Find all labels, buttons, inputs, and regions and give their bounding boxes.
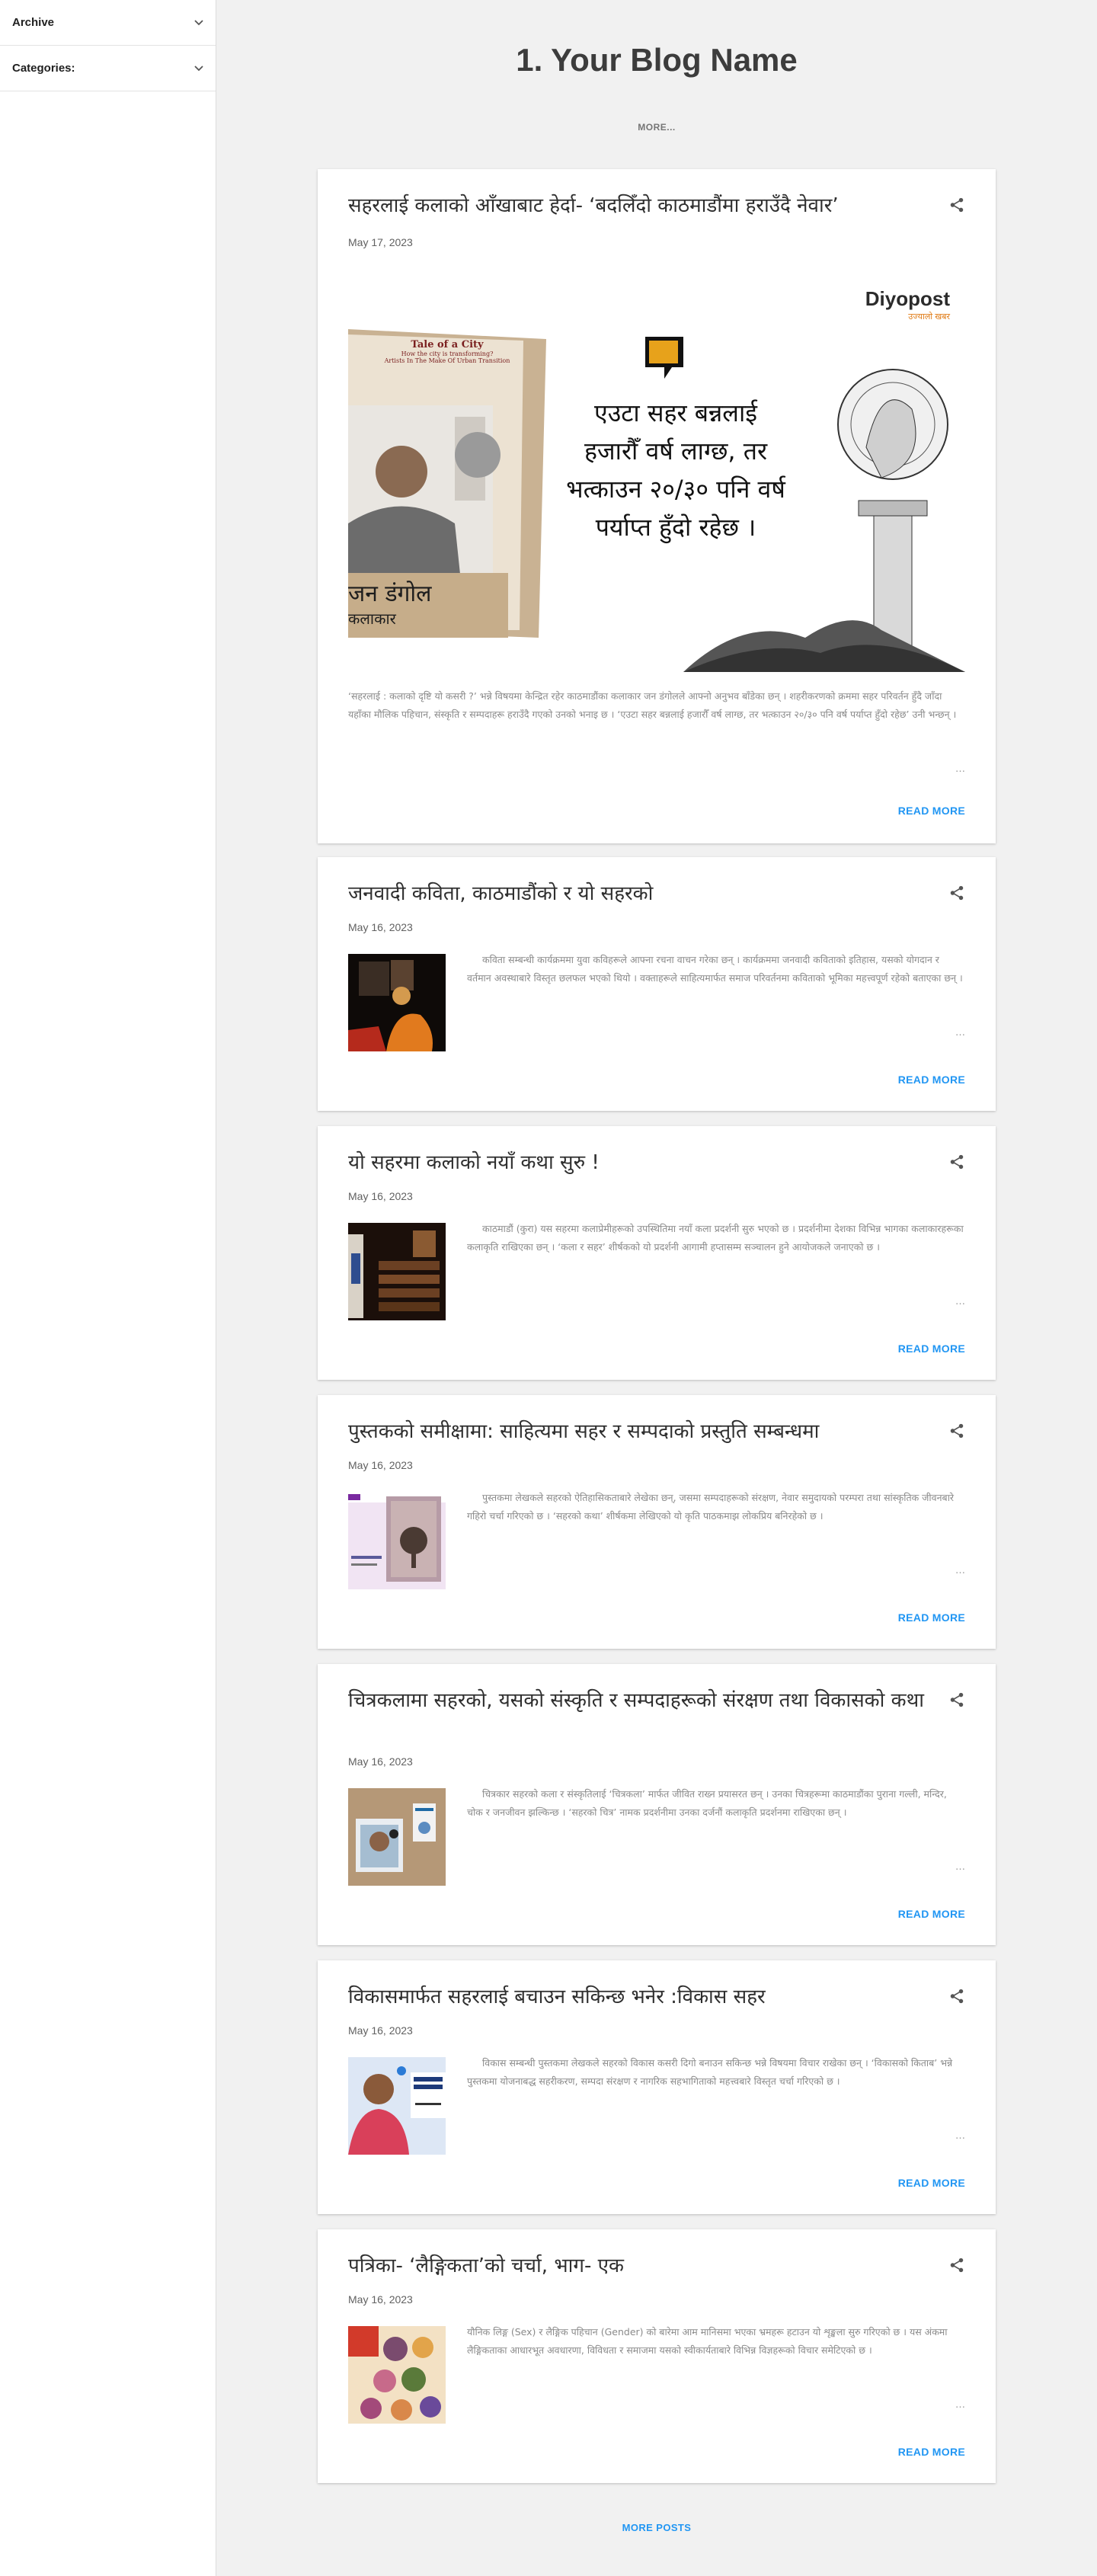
post-snippet-text: यौनिक लिङ्ग (Sex) र लैङ्गिक पहिचान (Gend… <box>467 2326 948 2356</box>
book-subtitle-2: Artists In The Make Of Urban Transition <box>384 357 510 364</box>
post-date: May 16, 2023 <box>348 1755 413 1768</box>
quote-line: एउटा सहर बन्नलाई <box>594 398 757 427</box>
post-title[interactable]: पत्रिका- ‘लैङ्गिकता’को चर्चा, भाग- एक <box>348 2252 927 2280</box>
post-date: May 16, 2023 <box>348 1459 413 1471</box>
share-icon[interactable] <box>948 2257 965 2274</box>
post-date: May 16, 2023 <box>348 1190 413 1202</box>
post-card: विकासमार्फत सहरलाई बचाउन सकिन्छ भनेर :वि… <box>318 1960 996 2214</box>
brand-logo: Diyopost उज्यालो खबर <box>865 287 950 322</box>
ellipsis: … <box>937 1024 965 1042</box>
share-icon[interactable] <box>948 885 965 901</box>
post-card: सहरलाई कलाको आँखाबाट हेर्दा- ‘बदलिँदो का… <box>318 169 996 843</box>
read-more-link[interactable]: READ MORE <box>898 1908 965 1920</box>
post-snippet: काठमाडौं (कुरा) यस सहरमा कलाप्रेमीहरूको … <box>467 1220 965 1311</box>
read-more-link[interactable]: READ MORE <box>898 2446 965 2458</box>
more-button[interactable]: MORE... <box>216 122 1097 133</box>
post-snippet-text: काठमाडौं (कुरा) यस सहरमा कलाप्रेमीहरूको … <box>467 1223 964 1253</box>
post-thumbnail[interactable] <box>348 2057 446 2155</box>
book-cover-text: Tale of a City How the city is transform… <box>379 339 516 364</box>
ellipsis: … <box>937 2127 965 2146</box>
post-thumbnail[interactable] <box>348 1223 446 1320</box>
read-more-link[interactable]: READ MORE <box>898 805 965 817</box>
sidebar-item-label: Categories: <box>12 62 75 75</box>
post-card: पुस्तकको समीक्षामा: साहित्यमा सहर र सम्प… <box>318 1395 996 1649</box>
quote-line: हजारौँ वर्ष लाग्छ, तर <box>584 437 768 466</box>
post-thumbnail[interactable] <box>348 1492 446 1589</box>
sidebar-item-label: Archive <box>12 16 55 29</box>
person-caption: जन डंगोल कलाकार <box>348 577 432 629</box>
post-snippet-text: ‘सहरलाई : कलाको दृष्टि यो कसरी ?’ भन्ने … <box>348 690 957 720</box>
post-title[interactable]: जनवादी कविता, काठमाडौंको र यो सहरको <box>348 880 927 907</box>
post-date: May 16, 2023 <box>348 2293 413 2306</box>
share-icon[interactable] <box>948 197 965 213</box>
read-more-link[interactable]: READ MORE <box>898 1074 965 1086</box>
sidebar-item-categories[interactable]: Categories: <box>0 46 216 91</box>
quote-line: पर्याप्त हुँदो रहेछ । <box>595 513 756 542</box>
read-more-link[interactable]: READ MORE <box>898 1611 965 1624</box>
post-card: यो सहरमा कलाको नयाँ कथा सुरु ! May 16, 2… <box>318 1126 996 1380</box>
page-title[interactable]: 1. Your Blog Name <box>216 42 1097 78</box>
ellipsis: … <box>952 2396 965 2414</box>
ellipsis: … <box>937 1858 965 1877</box>
post-card: जनवादी कविता, काठमाडौंको र यो सहरको May … <box>318 857 996 1111</box>
main-content: 1. Your Blog Name MORE... सहरलाई कलाको आ… <box>216 0 1097 2576</box>
person-role: कलाकार <box>348 610 396 628</box>
post-date: May 17, 2023 <box>348 236 413 248</box>
post-snippet-text: कविता सम्बन्धी कार्यक्रममा युवा कविहरूले… <box>467 954 963 984</box>
snippet-fade <box>813 2396 965 2414</box>
post-thumbnail[interactable] <box>348 954 446 1051</box>
book-subtitle: How the city is transforming? <box>401 350 494 357</box>
post-thumbnail[interactable] <box>348 2326 446 2424</box>
share-icon[interactable] <box>948 1154 965 1170</box>
post-title[interactable]: सहरलाई कलाको आँखाबाट हेर्दा- ‘बदलिँदो का… <box>348 192 927 219</box>
post-title[interactable]: यो सहरमा कलाको नयाँ कथा सुरु ! <box>348 1149 927 1176</box>
post-date: May 16, 2023 <box>348 2024 413 2037</box>
post-thumbnail[interactable] <box>348 1788 446 1886</box>
chevron-down-icon <box>194 65 203 71</box>
post-card: पत्रिका- ‘लैङ्गिकता’को चर्चा, भाग- एक Ma… <box>318 2229 996 2483</box>
post-snippet: ‘सहरलाई : कलाको दृष्टि यो कसरी ?’ भन्ने … <box>348 687 965 779</box>
more-posts-button[interactable]: MORE POSTS <box>216 2522 1097 2533</box>
snippet-fade <box>813 760 965 779</box>
post-card: चित्रकलामा सहरको, यसको संस्कृति र सम्पदा… <box>318 1664 996 1945</box>
ellipsis: … <box>937 1293 965 1311</box>
quote-line: भत्काउन २०/३० पनि वर्ष <box>566 475 785 504</box>
chevron-down-icon <box>194 19 203 25</box>
read-more-link[interactable]: READ MORE <box>898 2177 965 2189</box>
featured-image[interactable]: Diyopost उज्यालो खबर Tale of a City How … <box>348 272 965 672</box>
book-title: Tale of a City <box>411 339 484 350</box>
sidebar: Archive Categories: <box>0 0 216 2576</box>
featured-quote: एउटा सहर बन्नलाई हजारौँ वर्ष लाग्छ, तर भ… <box>550 394 801 546</box>
read-more-link[interactable]: READ MORE <box>898 1342 965 1355</box>
post-title[interactable]: पुस्तकको समीक्षामा: साहित्यमा सहर र सम्प… <box>348 1418 927 1445</box>
sidebar-item-archive[interactable]: Archive <box>0 0 216 46</box>
post-snippet-text: चित्रकार सहरको कला र संस्कृतिलाई ‘चित्रक… <box>467 1788 947 1818</box>
post-title[interactable]: चित्रकलामा सहरको, यसको संस्कृति र सम्पदा… <box>348 1687 927 1714</box>
ellipsis: … <box>937 1562 965 1580</box>
post-date: May 16, 2023 <box>348 921 413 933</box>
brand-name: Diyopost <box>865 287 950 310</box>
brand-tagline: उज्यालो खबर <box>908 312 950 322</box>
share-icon[interactable] <box>948 1691 965 1708</box>
post-snippet: विकास सम्बन्धी पुस्तकमा लेखकले सहरको विक… <box>467 2054 965 2146</box>
post-snippet: चित्रकार सहरको कला र संस्कृतिलाई ‘चित्रक… <box>467 1785 965 1877</box>
post-title[interactable]: विकासमार्फत सहरलाई बचाउन सकिन्छ भनेर :वि… <box>348 1983 927 2011</box>
post-snippet-text: पुस्तकमा लेखकले सहरको ऐतिहासिकताबारे लेख… <box>467 1492 955 1522</box>
ellipsis: … <box>952 760 965 779</box>
post-snippet-text: विकास सम्बन्धी पुस्तकमा लेखकले सहरको विक… <box>467 2057 953 2087</box>
share-icon[interactable] <box>948 1988 965 2005</box>
post-snippet: यौनिक लिङ्ग (Sex) र लैङ्गिक पहिचान (Gend… <box>467 2323 965 2414</box>
post-snippet: कविता सम्बन्धी कार्यक्रममा युवा कविहरूले… <box>467 951 965 1042</box>
post-snippet: पुस्तकमा लेखकले सहरको ऐतिहासिकताबारे लेख… <box>467 1489 965 1580</box>
share-icon[interactable] <box>948 1422 965 1439</box>
person-name: जन डंगोल <box>348 581 432 607</box>
